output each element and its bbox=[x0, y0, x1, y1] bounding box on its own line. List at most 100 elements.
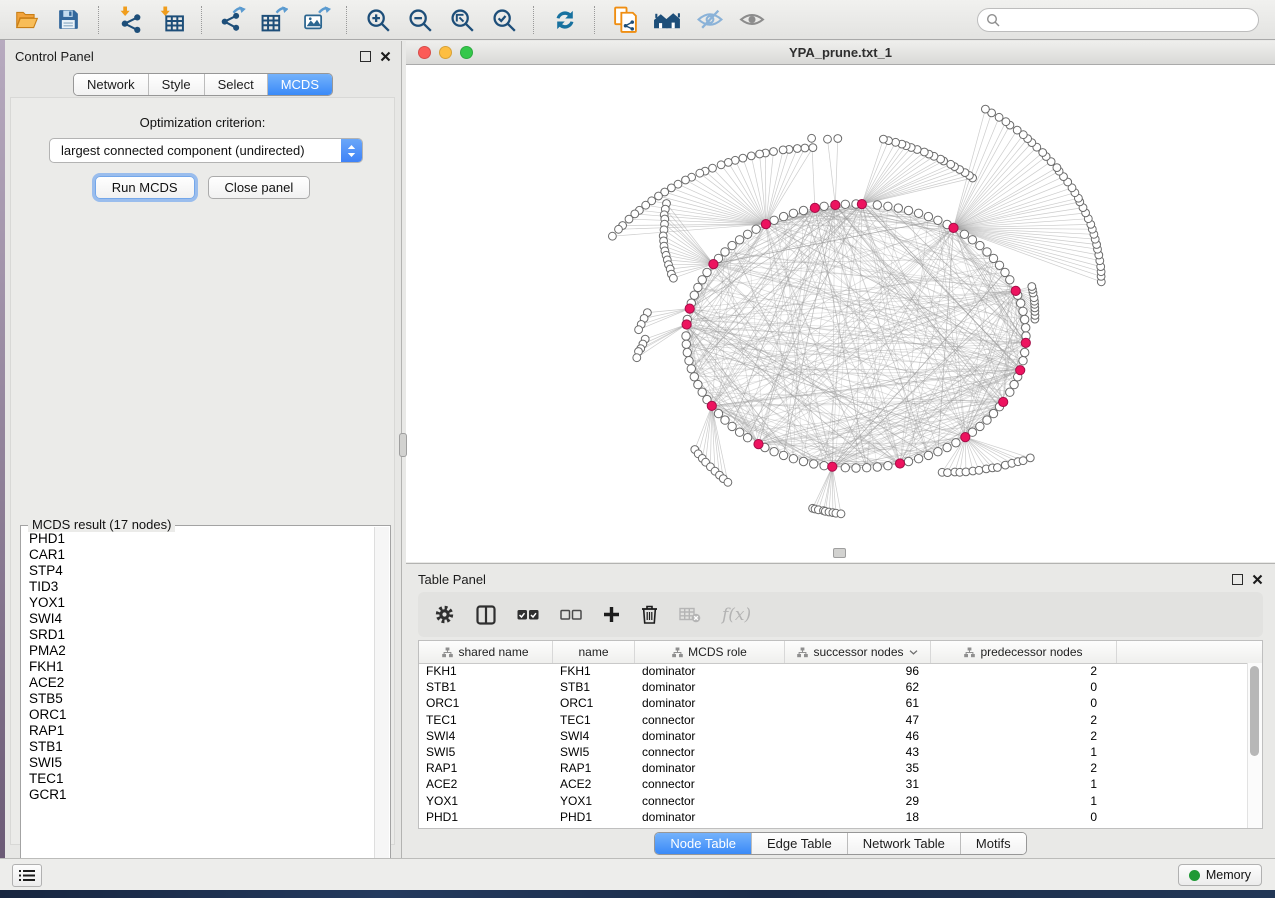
table-row[interactable]: SWI4SWI4dominator462 bbox=[419, 728, 1248, 744]
network-canvas[interactable] bbox=[406, 64, 1275, 562]
list-icon bbox=[19, 869, 35, 882]
result-node[interactable]: STP4 bbox=[29, 563, 374, 579]
export-table-button[interactable] bbox=[258, 4, 291, 36]
add-column-button[interactable] bbox=[603, 606, 620, 623]
zoom-out-icon bbox=[407, 7, 433, 33]
table-row[interactable]: ORC1ORC1dominator610 bbox=[419, 695, 1248, 711]
result-node[interactable]: TID3 bbox=[29, 579, 374, 595]
table-row[interactable]: SWI5SWI5connector431 bbox=[419, 744, 1248, 760]
function-builder-button[interactable]: f(x) bbox=[722, 605, 751, 625]
result-node[interactable]: CAR1 bbox=[29, 547, 374, 563]
run-mcds-button[interactable]: Run MCDS bbox=[95, 176, 195, 199]
result-list-scrollbar[interactable] bbox=[374, 527, 389, 892]
tab-network[interactable]: Network bbox=[74, 74, 149, 95]
show-all-button[interactable] bbox=[735, 4, 768, 36]
column-header-successor-nodes[interactable]: successor nodes bbox=[785, 641, 931, 663]
result-node[interactable]: PHD1 bbox=[29, 531, 374, 547]
tab-mcds[interactable]: MCDS bbox=[268, 74, 332, 95]
select-all-button[interactable] bbox=[517, 609, 539, 621]
table-cell: 2 bbox=[931, 664, 1117, 678]
criterion-dropdown[interactable]: largest connected component (undirected) bbox=[49, 138, 363, 163]
search-input[interactable] bbox=[1005, 12, 1258, 29]
close-table-panel-icon[interactable] bbox=[1252, 574, 1263, 585]
table-row[interactable]: ACE2ACE2connector311 bbox=[419, 776, 1248, 792]
checked-boxes-icon bbox=[517, 609, 539, 621]
result-node[interactable]: ACE2 bbox=[29, 675, 374, 691]
table-row[interactable]: TEC1TEC1connector472 bbox=[419, 712, 1248, 728]
import-network-button[interactable] bbox=[113, 4, 146, 36]
result-node[interactable]: YOX1 bbox=[29, 595, 374, 611]
tab-motifs[interactable]: Motifs bbox=[961, 833, 1026, 854]
open-session-button[interactable] bbox=[10, 4, 43, 36]
network-window-titlebar[interactable]: YPA_prune.txt_1 bbox=[406, 41, 1275, 65]
duplicate-network-button[interactable] bbox=[609, 4, 642, 36]
settings-gear-button[interactable] bbox=[434, 604, 455, 625]
table-row[interactable]: FKH1FKH1dominator962 bbox=[419, 663, 1248, 679]
column-header-name[interactable]: name bbox=[553, 641, 635, 663]
hide-selected-button[interactable] bbox=[693, 4, 726, 36]
result-node[interactable]: TEC1 bbox=[29, 771, 374, 787]
delete-table-button[interactable] bbox=[679, 607, 701, 623]
vertical-splitter-handle[interactable] bbox=[399, 433, 407, 457]
horizontal-splitter-handle[interactable] bbox=[833, 548, 846, 558]
float-table-panel-icon[interactable] bbox=[1232, 574, 1243, 585]
export-image-button[interactable] bbox=[300, 4, 333, 36]
table-cell: connector bbox=[635, 745, 785, 759]
table-scrollbar-thumb[interactable] bbox=[1250, 666, 1259, 756]
result-node[interactable]: STB1 bbox=[29, 739, 374, 755]
table-row[interactable]: RAP1RAP1dominator352 bbox=[419, 760, 1248, 776]
table-scrollbar[interactable] bbox=[1247, 663, 1262, 828]
result-node[interactable]: SWI4 bbox=[29, 611, 374, 627]
close-panel-button[interactable]: Close panel bbox=[208, 176, 311, 199]
zoom-out-button[interactable] bbox=[403, 4, 436, 36]
table-cell: 43 bbox=[785, 745, 931, 759]
deselect-all-button[interactable] bbox=[560, 609, 582, 621]
close-panel-icon[interactable] bbox=[380, 51, 391, 62]
tab-network-table[interactable]: Network Table bbox=[848, 833, 961, 854]
zoom-selected-icon bbox=[491, 7, 517, 33]
toggle-columns-button[interactable] bbox=[476, 605, 496, 625]
table-row[interactable]: PHD1PHD1dominator180 bbox=[419, 809, 1248, 825]
search-field[interactable] bbox=[977, 8, 1259, 32]
table-panel-header: Table Panel bbox=[406, 564, 1275, 594]
zoom-in-button[interactable] bbox=[361, 4, 394, 36]
result-node[interactable]: RAP1 bbox=[29, 723, 374, 739]
mcds-result-list[interactable]: PHD1CAR1STP4TID3YOX1SWI4SRD1PMA2FKH1ACE2… bbox=[22, 531, 374, 891]
task-history-button[interactable] bbox=[12, 864, 42, 887]
delete-selected-button[interactable] bbox=[641, 605, 658, 624]
unchecked-boxes-icon bbox=[560, 609, 582, 621]
save-session-button[interactable] bbox=[52, 4, 85, 36]
result-node[interactable]: PMA2 bbox=[29, 643, 374, 659]
save-icon bbox=[56, 7, 81, 32]
export-network-button[interactable] bbox=[216, 4, 249, 36]
memory-label: Memory bbox=[1206, 868, 1251, 882]
result-node[interactable]: STB5 bbox=[29, 691, 374, 707]
tab-edge-table[interactable]: Edge Table bbox=[752, 833, 848, 854]
result-node[interactable]: FKH1 bbox=[29, 659, 374, 675]
table-panel: Table Panel bbox=[406, 563, 1275, 858]
first-neighbors-button[interactable] bbox=[651, 4, 684, 36]
refresh-view-button[interactable] bbox=[548, 4, 581, 36]
import-table-button[interactable] bbox=[155, 4, 188, 36]
table-header-row: shared namenameMCDS rolesuccessor nodesp… bbox=[419, 641, 1262, 664]
result-node[interactable]: ORC1 bbox=[29, 707, 374, 723]
result-node[interactable]: SWI5 bbox=[29, 755, 374, 771]
table-row[interactable]: STB1STB1dominator620 bbox=[419, 679, 1248, 695]
table-cell: dominator bbox=[635, 810, 785, 824]
table-row[interactable]: YOX1YOX1connector291 bbox=[419, 793, 1248, 809]
result-node[interactable]: GCR1 bbox=[29, 787, 374, 803]
tab-style[interactable]: Style bbox=[149, 74, 205, 95]
float-panel-icon[interactable] bbox=[360, 51, 371, 62]
mcds-buttons: Run MCDS Close panel bbox=[11, 176, 394, 199]
column-header-MCDS-role[interactable]: MCDS role bbox=[635, 641, 785, 663]
tab-node-table[interactable]: Node Table bbox=[655, 833, 752, 854]
zoom-fit-button[interactable] bbox=[445, 4, 478, 36]
column-header-predecessor-nodes[interactable]: predecessor nodes bbox=[931, 641, 1117, 663]
table-cell: 62 bbox=[785, 680, 931, 694]
result-node[interactable]: SRD1 bbox=[29, 627, 374, 643]
zoom-selected-button[interactable] bbox=[487, 4, 520, 36]
column-header-shared-name[interactable]: shared name bbox=[419, 641, 553, 663]
toolbar-separator bbox=[346, 6, 348, 34]
memory-button[interactable]: Memory bbox=[1178, 864, 1262, 886]
tab-select[interactable]: Select bbox=[205, 74, 268, 95]
